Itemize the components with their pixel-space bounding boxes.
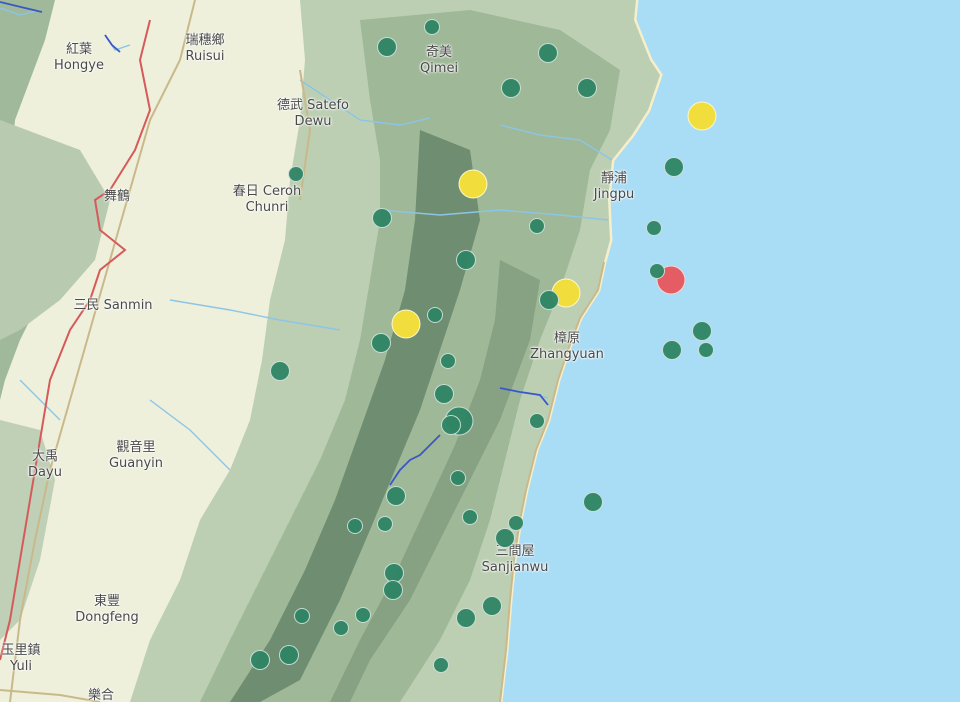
place-label-en: Sanjianwu — [481, 560, 549, 575]
earthquake-marker-light[interactable] — [424, 19, 440, 35]
place-label-hongye: 紅葉 Hongye — [54, 42, 104, 74]
earthquake-marker-moderate[interactable] — [458, 169, 488, 199]
earthquake-marker-light[interactable] — [529, 218, 545, 234]
earthquake-marker-light[interactable] — [649, 263, 665, 279]
earthquake-marker-light[interactable] — [383, 580, 403, 600]
place-label-zh: 樟原 — [553, 331, 580, 346]
earthquake-marker-moderate[interactable] — [687, 101, 717, 131]
place-label-sanmin: 三民 Sanmin — [73, 298, 152, 314]
earthquake-marker-light[interactable] — [270, 361, 290, 381]
earthquake-marker-light[interactable] — [539, 290, 559, 310]
place-label-lehe: 樂合 — [88, 688, 114, 702]
place-label-zh: 樂合 — [87, 688, 115, 702]
place-label-en: Jingpu — [593, 187, 635, 202]
earthquake-marker-light[interactable] — [538, 43, 558, 63]
earthquake-marker-light[interactable] — [333, 620, 349, 636]
place-label-en: Dongfeng — [75, 610, 139, 625]
place-label-jingpu: 靜浦 Jingpu — [594, 171, 634, 203]
place-label-zh: 春日 Ceroh — [232, 184, 302, 199]
earthquake-marker-light[interactable] — [427, 307, 443, 323]
earthquake-marker-light[interactable] — [583, 492, 603, 512]
place-label-wuhe: 舞鶴 — [104, 189, 130, 205]
map-basemap — [0, 0, 663, 702]
place-label-yuli: 玉里鎮 Yuli — [1, 643, 40, 675]
place-label-en: Dayu — [28, 465, 62, 480]
place-label-zh: 奇美 — [425, 45, 452, 60]
earthquake-marker-light[interactable] — [288, 166, 304, 182]
place-label-zhangyuan: 樟原 Zhangyuan — [530, 331, 604, 363]
earthquake-marker-light[interactable] — [662, 340, 682, 360]
place-label-zh: 舞鶴 — [103, 189, 131, 204]
place-label-zh: 東豐 — [93, 594, 120, 609]
earthquake-marker-light[interactable] — [456, 608, 476, 628]
place-label-zh: 大禹 — [31, 449, 59, 464]
earthquake-marker-light[interactable] — [577, 78, 597, 98]
place-label-zh: 靜浦 — [600, 171, 627, 186]
place-label-en: Yuli — [10, 659, 32, 674]
earthquake-marker-light[interactable] — [529, 413, 545, 429]
place-label-zh: 玉里鎮 — [1, 643, 41, 658]
place-label-en: Zhangyuan — [530, 347, 604, 362]
map-viewport[interactable]: 紅葉 Hongye 瑞穗鄉 Ruisui 奇美 Qimei 德武 Satefo … — [0, 0, 960, 702]
place-label-sanjianwu: 三間屋 Sanjianwu — [482, 544, 549, 576]
place-label-dayu: 大禹 Dayu — [28, 449, 62, 481]
place-label-en: Dewu — [294, 114, 332, 129]
place-label-dongfeng: 東豐 Dongfeng — [75, 594, 139, 626]
place-label-en: Hongye — [54, 58, 104, 73]
place-label-zh: 瑞穗鄉 — [185, 33, 225, 48]
earthquake-marker-light[interactable] — [347, 518, 363, 534]
place-label-ruisui: 瑞穗鄉 Ruisui — [185, 33, 224, 65]
earthquake-marker-light[interactable] — [698, 342, 714, 358]
earthquake-marker-light[interactable] — [495, 528, 515, 548]
place-label-en: Qimei — [419, 61, 459, 76]
place-label-en: Guanyin — [108, 456, 164, 471]
place-label-zh: 三民 Sanmin — [73, 298, 153, 313]
earthquake-marker-light[interactable] — [441, 415, 461, 435]
place-label-chunri: 春日 Ceroh Chunri — [233, 184, 301, 216]
earthquake-marker-light[interactable] — [692, 321, 712, 341]
place-label-dewu: 德武 Satefo Dewu — [277, 98, 349, 130]
place-label-en: Ruisui — [185, 49, 225, 64]
earthquake-marker-light[interactable] — [371, 333, 391, 353]
earthquake-marker-light[interactable] — [433, 657, 449, 673]
earthquake-marker-light[interactable] — [646, 220, 662, 236]
earthquake-marker-light[interactable] — [250, 650, 270, 670]
place-label-zh: 德武 Satefo — [277, 98, 349, 113]
place-label-zh: 觀音里 — [116, 440, 156, 455]
earthquake-marker-light[interactable] — [377, 37, 397, 57]
earthquake-marker-light[interactable] — [279, 645, 299, 665]
earthquake-marker-light[interactable] — [372, 208, 392, 228]
earthquake-marker-light[interactable] — [377, 516, 393, 532]
place-label-qimei: 奇美 Qimei — [420, 45, 458, 77]
earthquake-marker-light[interactable] — [462, 509, 478, 525]
earthquake-marker-light[interactable] — [450, 470, 466, 486]
place-label-guanyin: 觀音里 Guanyin — [109, 440, 163, 472]
earthquake-marker-light[interactable] — [456, 250, 476, 270]
earthquake-marker-moderate[interactable] — [391, 309, 421, 339]
earthquake-marker-light[interactable] — [386, 486, 406, 506]
earthquake-marker-light[interactable] — [355, 607, 371, 623]
place-label-en: Chunri — [245, 200, 289, 215]
earthquake-marker-light[interactable] — [440, 353, 456, 369]
earthquake-marker-light[interactable] — [482, 596, 502, 616]
earthquake-marker-light[interactable] — [434, 384, 454, 404]
earthquake-marker-light[interactable] — [664, 157, 684, 177]
place-label-zh: 三間屋 — [495, 544, 535, 559]
place-label-zh: 紅葉 — [65, 42, 93, 57]
earthquake-marker-light[interactable] — [294, 608, 310, 624]
earthquake-marker-light[interactable] — [501, 78, 521, 98]
